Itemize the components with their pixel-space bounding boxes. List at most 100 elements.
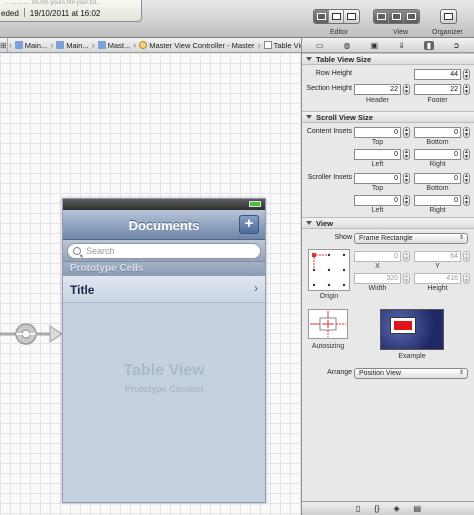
utilities-toggle-button[interactable]	[404, 10, 419, 23]
ruler-icon: ▮	[426, 40, 432, 50]
scroller-top-field[interactable]: 0	[354, 173, 401, 184]
library-tabs: ▯ {} ◈ ▤	[302, 501, 474, 515]
footer-height-field[interactable]: 22	[414, 84, 461, 95]
row-height-field[interactable]: 44	[414, 69, 461, 80]
width-field[interactable]: 320	[354, 273, 401, 284]
version-editor-icon	[347, 13, 356, 20]
arrange-popup[interactable]: Position View ⇕	[354, 368, 468, 379]
storyboard-canvas[interactable]: Documents + Search Prototype Cells Title…	[0, 53, 301, 515]
width-stepper[interactable]: ▲ ▼	[403, 273, 410, 284]
file-inspector-tab[interactable]: ▭	[315, 41, 325, 50]
related-items-button[interactable]: ⊞	[0, 38, 8, 52]
header-label: Header	[366, 97, 389, 104]
y-stepper[interactable]: ▲ ▼	[463, 251, 470, 262]
height-label: Height	[427, 285, 448, 292]
code-snippet-library-tab[interactable]: {}	[374, 504, 379, 513]
scroller-left-stepper[interactable]: ▲ ▼	[403, 195, 410, 206]
scroller-bottom-field[interactable]: 0	[414, 173, 461, 184]
autosizing-springs-icon	[310, 311, 346, 337]
object-library-tab[interactable]: ◈	[393, 504, 399, 513]
activity-status: ............... rm.hm yours.hm your.fol.…	[0, 0, 142, 22]
connections-inspector-tab[interactable]: ➲	[451, 41, 461, 50]
prototype-cell[interactable]: Title ›	[63, 276, 265, 303]
scroller-bottom-stepper[interactable]: ▲ ▼	[463, 173, 470, 184]
attributes-inspector-tab[interactable]: ⇓	[397, 41, 407, 50]
media-library-tab[interactable]: ▤	[414, 504, 422, 513]
scroller-right-field[interactable]: 0	[414, 195, 461, 206]
scroll-view-size-heading[interactable]: Scroll View Size	[302, 111, 474, 123]
navigator-toggle-button[interactable]	[374, 10, 389, 23]
chevron-right-icon: ›	[257, 40, 261, 50]
content-right-stepper[interactable]: ▲ ▼	[463, 149, 470, 160]
width-label: Width	[368, 285, 387, 292]
x-field[interactable]: 0	[354, 251, 401, 262]
search-input[interactable]: Search	[67, 243, 261, 259]
version-editor-button[interactable]	[344, 10, 359, 23]
add-button[interactable]: +	[239, 215, 259, 234]
content-bottom-stepper[interactable]: ▲ ▼	[463, 127, 470, 138]
editor-segmented-control	[313, 9, 360, 24]
scroller-right-stepper[interactable]: ▲ ▼	[463, 195, 470, 206]
table-view-placeholder-title: Table View	[123, 362, 205, 379]
height-stepper[interactable]: ▲ ▼	[463, 273, 470, 284]
identity-inspector-tab[interactable]: ▣	[369, 41, 379, 50]
scroll-view-size-section: Content Insets 0 ▲ ▼ 0 ▲ ▼ Top Bottom 0 ▲ ▼…	[302, 123, 474, 217]
file-template-library-tab[interactable]: ▯	[356, 504, 360, 513]
content-left-field[interactable]: 0	[354, 149, 401, 160]
quick-help-tab[interactable]: ◍	[342, 41, 352, 50]
content-right-field[interactable]: 0	[414, 149, 461, 160]
document-icon: ▯	[355, 504, 361, 513]
example-view-shape	[394, 321, 412, 330]
organizer-control	[440, 9, 457, 24]
breadcrumb-master-scene[interactable]: Mast...	[96, 41, 133, 50]
example-label: Example	[398, 353, 426, 360]
breadcrumb-master-view-controller[interactable]: Master View Controller - Master	[137, 41, 256, 50]
size-inspector-tab[interactable]: ▮	[423, 40, 434, 50]
storyboard-icon	[56, 41, 65, 49]
footer-height-stepper[interactable]: ▲ ▼	[463, 84, 470, 95]
segue-arrow[interactable]	[0, 322, 62, 346]
popup-arrows-icon: ⇕	[458, 235, 464, 241]
content-left-stepper[interactable]: ▲ ▼	[403, 149, 410, 160]
breadcrumb-table-view[interactable]: Table View	[262, 41, 301, 50]
content-top-label: Top	[371, 139, 384, 146]
x-label: X	[375, 263, 380, 270]
standard-editor-button[interactable]	[314, 10, 329, 23]
view-heading[interactable]: View	[302, 217, 474, 229]
content-left-label: Left	[371, 161, 384, 168]
row-height-stepper[interactable]: ▲ ▼	[463, 69, 470, 80]
table-view-size-heading[interactable]: Table View Size	[302, 53, 474, 65]
view-section: Show Frame Rectangle ⇕ Origin 0 ▲ ▼ 64 ▲ ▼ …	[302, 229, 474, 405]
scroller-top-stepper[interactable]: ▲ ▼	[403, 173, 410, 184]
master-view-controller-scene[interactable]: Documents + Search Prototype Cells Title…	[62, 198, 266, 503]
inspector-tabs: ▭ ◍ ▣ ⇓ ▮ ➲	[302, 38, 474, 53]
nav-title: Documents	[128, 218, 200, 233]
jump-bar: ⊞ › Main... › Main... › Mast... › Master…	[0, 38, 301, 53]
show-popup[interactable]: Frame Rectangle ⇕	[354, 233, 468, 244]
header-height-stepper[interactable]: ▲ ▼	[403, 84, 410, 95]
search-bar[interactable]: Search	[63, 240, 265, 262]
origin-label: Origin	[319, 293, 339, 300]
status-datetime: 19/10/2011 at 16:02	[29, 9, 101, 18]
header-height-field[interactable]: 22	[354, 84, 401, 95]
content-top-field[interactable]: 0	[354, 127, 401, 138]
debug-area-toggle-button[interactable]	[389, 10, 404, 23]
content-top-stepper[interactable]: ▲ ▼	[403, 127, 410, 138]
height-field[interactable]: 416	[414, 273, 461, 284]
y-field[interactable]: 64	[414, 251, 461, 262]
file-icon: ▭	[315, 40, 324, 50]
disclosure-chevron-icon: ›	[254, 281, 258, 295]
origin-picker[interactable]	[308, 249, 350, 291]
scroller-left-field[interactable]: 0	[354, 195, 401, 206]
organizer-label: Organizer	[432, 29, 463, 36]
navigation-bar[interactable]: Documents +	[63, 210, 265, 240]
assistant-editor-button[interactable]	[329, 10, 344, 23]
popup-arrows-icon: ⇕	[458, 370, 464, 376]
x-stepper[interactable]: ▲ ▼	[403, 251, 410, 262]
chevron-right-icon: ›	[8, 40, 12, 50]
breadcrumb-main-folder[interactable]: Main...	[13, 41, 50, 50]
organizer-button[interactable]	[441, 10, 456, 23]
autosizing-control[interactable]	[308, 309, 348, 339]
breadcrumb-main-storyboard[interactable]: Main...	[54, 41, 91, 50]
content-bottom-field[interactable]: 0	[414, 127, 461, 138]
